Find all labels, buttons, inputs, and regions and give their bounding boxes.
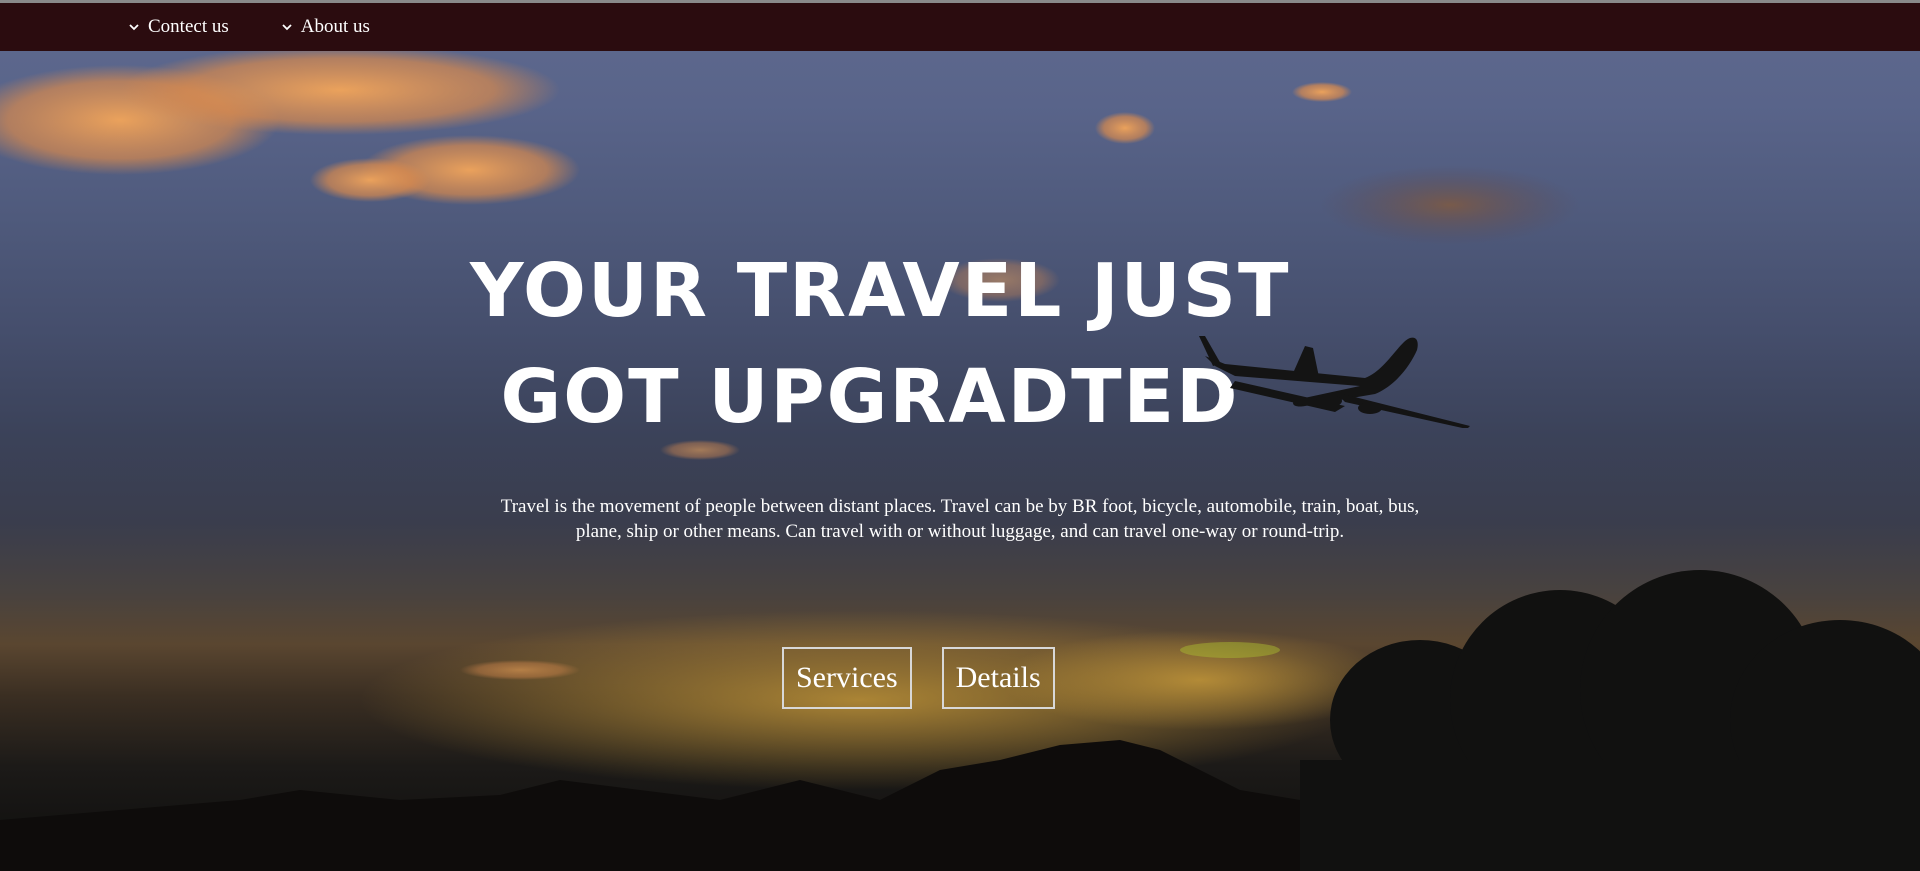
nav-about-us-label: About us (300, 16, 370, 37)
headline-line-1: YOUR TRAVEL JUST (470, 248, 1291, 334)
nav-contact-us[interactable]: Contect us (128, 16, 229, 38)
details-button[interactable]: Details (941, 647, 1055, 709)
hero-description: Travel is the movement of people between… (500, 496, 1420, 542)
chevron-down-icon (129, 24, 139, 31)
top-navbar: Contect us About us (0, 0, 1920, 51)
services-button[interactable]: Services (782, 647, 912, 709)
headline-line-2: GOT UPGRADTED (500, 354, 1240, 440)
nav-about-us[interactable]: About us (281, 16, 370, 38)
nav-contact-us-label: Contect us (148, 16, 229, 37)
hero-button-group: Services Details (782, 647, 1055, 709)
chevron-down-icon (282, 24, 292, 31)
hero-headline: YOUR TRAVEL JUST GOT UPGRADTED (470, 238, 1291, 450)
airplane-icon (1199, 336, 1470, 428)
